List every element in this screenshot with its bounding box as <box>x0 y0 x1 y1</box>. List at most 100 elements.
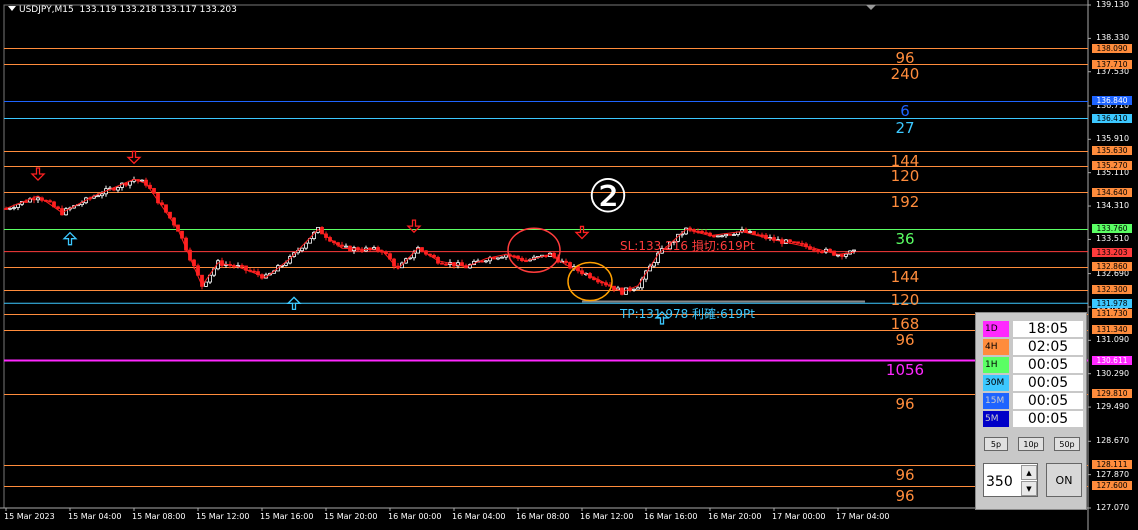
level-label: 144 <box>890 267 920 286</box>
step-5p-button[interactable]: 5p <box>984 437 1008 451</box>
countdown-row: 30M 00:05 <box>983 375 1083 391</box>
candle-body <box>724 233 728 237</box>
time-tick-label: 15 Mar 2023 <box>4 512 55 521</box>
time-tick-label: 17 Mar 00:00 <box>772 512 826 521</box>
time-tick-label: 16 Mar 20:00 <box>708 512 762 521</box>
timeframe-label: 1H <box>983 357 1009 373</box>
candle-body <box>728 233 732 236</box>
candle-body <box>500 256 504 259</box>
level-label: 1056 <box>885 361 925 380</box>
price-tick-label: 130.290 <box>1096 368 1130 378</box>
time-tick-label: 16 Mar 04:00 <box>452 512 506 521</box>
candle-body <box>368 247 372 250</box>
price-label-box: 131.730 <box>1092 309 1132 319</box>
price-label-box: 131.340 <box>1092 325 1132 335</box>
level-label: 96 <box>895 330 915 349</box>
candle-body <box>140 179 144 182</box>
symbol-label: USDJPY,M15 <box>19 5 74 15</box>
candle-body <box>116 187 120 191</box>
level-label: 96 <box>895 394 915 413</box>
candle-body <box>632 288 636 291</box>
candle-body <box>444 263 448 266</box>
price-label-box: 132.300 <box>1092 285 1132 295</box>
timeframe-label: 30M <box>983 375 1009 391</box>
time-tick-label: 15 Mar 20:00 <box>324 512 378 521</box>
countdown-value: 18:05 <box>1013 321 1083 337</box>
bars-stepper[interactable]: 350 ▲ ▼ <box>983 463 1038 497</box>
candle-body <box>360 249 364 252</box>
countdown-row: 15M 00:05 <box>983 393 1083 409</box>
price-label-box: 131.978 <box>1092 298 1132 308</box>
candle-body <box>300 247 304 252</box>
candle-body <box>36 197 40 201</box>
candle-body <box>48 200 52 203</box>
time-tick-label: 15 Mar 12:00 <box>196 512 250 521</box>
candle-body <box>32 198 36 201</box>
candle-body <box>12 207 16 209</box>
price-label-box: 137.710 <box>1092 59 1132 69</box>
candle-body <box>24 201 28 203</box>
candle-body <box>564 260 568 263</box>
price-tick-label: 128.670 <box>1096 436 1130 446</box>
candle-body <box>100 193 104 197</box>
step-50p-button[interactable]: 50p <box>1054 437 1080 451</box>
time-tick-label: 17 Mar 04:00 <box>836 512 890 521</box>
price-tick-label: 139.130 <box>1096 0 1130 9</box>
candle-body <box>760 234 764 237</box>
candle-body <box>828 248 832 252</box>
candle-body <box>792 241 796 244</box>
candle-body <box>372 247 376 250</box>
price-chart[interactable] <box>0 0 1138 530</box>
countdown-row: 5M 00:05 <box>983 411 1083 427</box>
countdown-value: 02:05 <box>1013 339 1083 355</box>
candle-body <box>56 206 60 209</box>
price-label-box: 136.840 <box>1092 96 1132 105</box>
candle-body <box>732 234 736 236</box>
countdown-value: 00:05 <box>1013 357 1083 373</box>
time-tick-label: 15 Mar 16:00 <box>260 512 314 521</box>
countdown-value: 00:05 <box>1013 393 1083 409</box>
candle-body <box>240 265 244 267</box>
time-tick-label: 16 Mar 00:00 <box>388 512 442 521</box>
timeframe-label: 1D <box>983 321 1009 337</box>
candle-body <box>844 253 848 257</box>
candle-body <box>284 262 288 266</box>
candle-body <box>704 232 708 235</box>
stepper-down-icon[interactable]: ▼ <box>1021 481 1037 496</box>
candle-body <box>816 249 820 253</box>
candle-body <box>688 227 692 230</box>
candle-body <box>492 257 496 260</box>
candle-body <box>344 245 348 248</box>
bars-stepper-value[interactable]: 350 <box>986 474 1013 490</box>
countdown-row: 4H 02:05 <box>983 339 1083 355</box>
price-label-box: 129.810 <box>1092 389 1132 399</box>
dropdown-triangle-icon[interactable] <box>8 6 16 11</box>
candle-body <box>852 249 856 252</box>
candle-body <box>484 260 488 263</box>
price-tick-label: 138.330 <box>1096 33 1130 43</box>
candle-body <box>152 188 156 194</box>
price-label-box: 127.600 <box>1092 481 1132 491</box>
timeframe-label: 15M <box>983 393 1009 409</box>
candle-body <box>96 195 100 198</box>
candle-body <box>8 207 12 210</box>
on-button[interactable]: ON <box>1046 463 1082 497</box>
level-label: 120 <box>890 166 920 185</box>
level-label: 6 <box>900 101 910 120</box>
step-10p-button[interactable]: 10p <box>1018 437 1044 451</box>
timeframe-label: 4H <box>983 339 1009 355</box>
time-tick-label: 15 Mar 04:00 <box>68 512 122 521</box>
price-label-box: 132.860 <box>1092 262 1132 271</box>
candle-body <box>204 281 208 287</box>
price-tick-label: 131.090 <box>1096 335 1130 345</box>
time-tick-label: 16 Mar 08:00 <box>516 512 570 521</box>
level-label: 36 <box>895 229 915 248</box>
stepper-up-icon[interactable]: ▲ <box>1021 465 1037 480</box>
level-label: 120 <box>890 290 920 309</box>
ohlc-values: 133.119 133.218 133.117 133.203 <box>79 5 237 15</box>
tp-text: TP:131.978 利確:619Pt <box>620 307 755 322</box>
level-label: 27 <box>895 119 915 138</box>
price-label-box: 133.203 <box>1092 247 1132 257</box>
candle-body <box>748 231 752 233</box>
candle-body <box>800 242 804 245</box>
